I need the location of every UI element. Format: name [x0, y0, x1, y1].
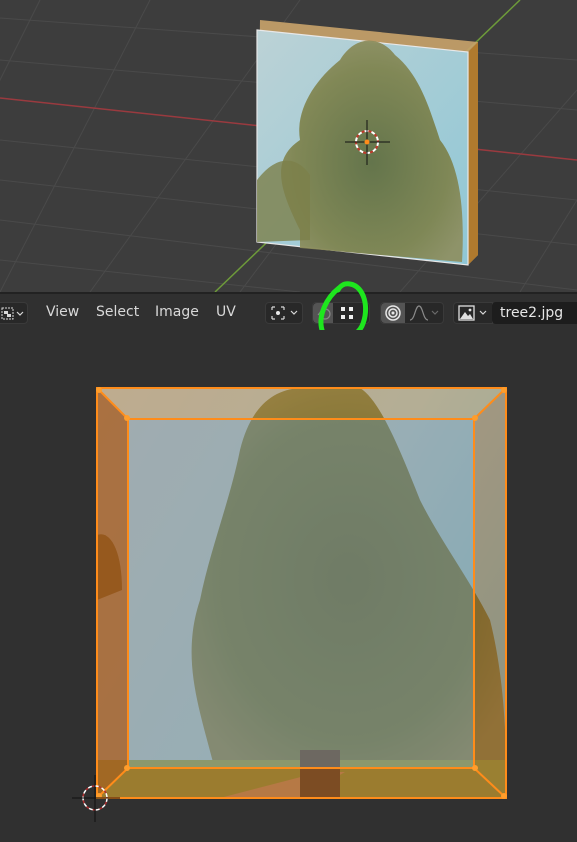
falloff-dropdown[interactable]	[407, 303, 443, 323]
pivot-point-icon	[271, 306, 298, 320]
image-name-field[interactable]: tree2.jpg	[492, 302, 577, 324]
menu-select[interactable]: Select	[96, 304, 139, 320]
uv-vertex	[501, 387, 507, 393]
3d-viewport[interactable]	[0, 0, 577, 292]
uv-vertex	[472, 765, 478, 771]
uv-vertex	[96, 387, 102, 393]
uv-vertex	[501, 793, 507, 799]
uv-selected-faces-overlay	[97, 388, 506, 798]
proportional-editing-group	[380, 302, 444, 324]
uv-editor-icon	[1, 307, 24, 320]
falloff-curve-icon	[409, 305, 439, 321]
uv-editor-header: View Select Image UV tree2.jpg	[0, 281, 577, 342]
uv-vertex	[472, 415, 478, 421]
viewport-scene	[0, 0, 577, 292]
uv-vertex	[124, 765, 130, 771]
image-browse-icon	[458, 305, 487, 321]
uv-image-view	[72, 387, 507, 822]
menu-uv[interactable]: UV	[216, 304, 236, 320]
menu-image[interactable]: Image	[155, 304, 199, 320]
image-browse-dropdown[interactable]	[453, 302, 493, 324]
editor-type-button[interactable]	[0, 302, 28, 324]
pivot-point-dropdown[interactable]	[265, 302, 303, 324]
menu-view[interactable]: View	[46, 304, 79, 320]
proportional-editing-icon	[385, 305, 401, 321]
uv-editor-canvas[interactable]	[0, 330, 577, 842]
uv-vertex	[124, 415, 130, 421]
proportional-editing-toggle[interactable]	[381, 303, 405, 323]
